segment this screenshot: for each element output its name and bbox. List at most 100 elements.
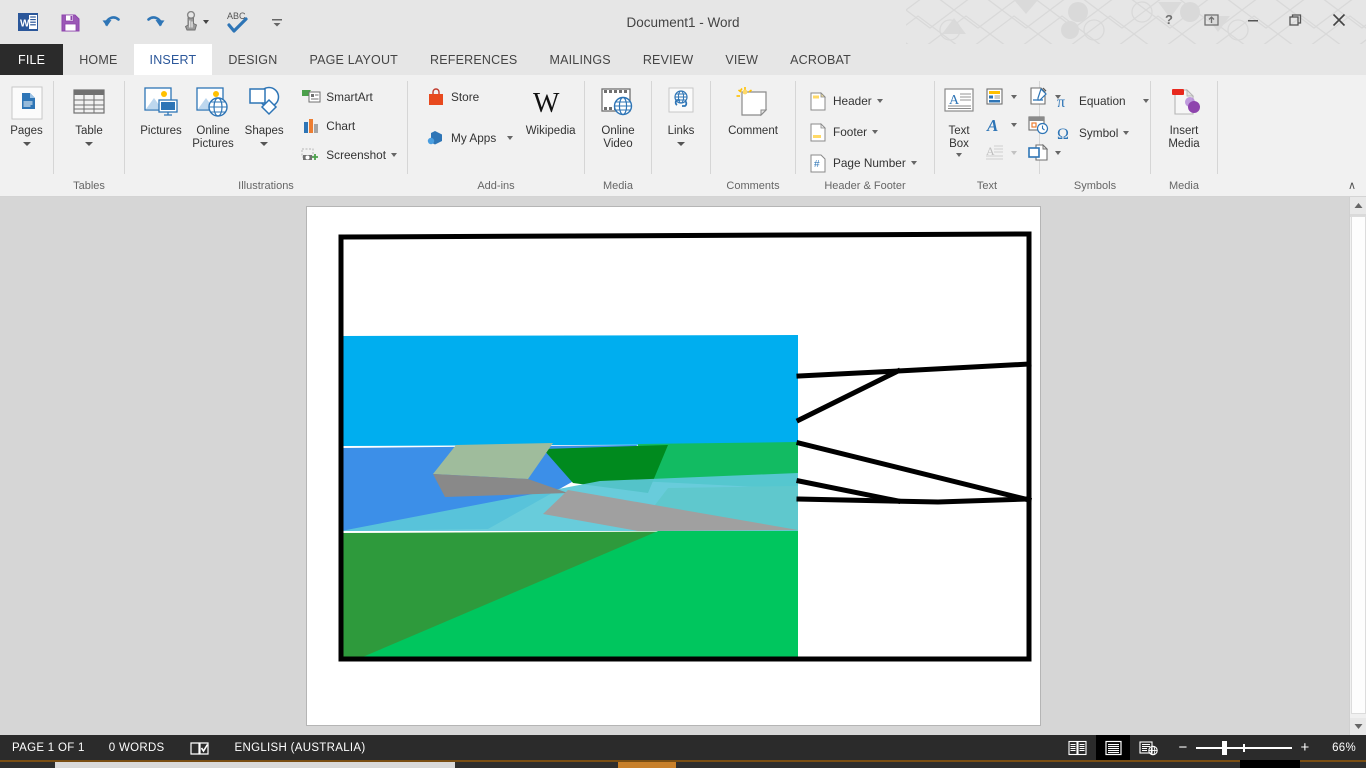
insert-media-icon [1164,83,1204,123]
close-icon[interactable] [1316,5,1362,35]
pictures-label: Pictures [140,125,182,137]
ribbon: Pages Table Tables Pictures Online Pictu… [0,75,1366,197]
read-mode-view-button[interactable] [1060,735,1094,760]
screenshot-button[interactable]: Screenshot [297,140,401,169]
zoom-slider[interactable] [1196,740,1292,755]
chevron-down-icon[interactable] [1011,150,1017,155]
online-pictures-label: Online Pictures [192,125,234,150]
scroll-up-icon[interactable] [1350,197,1366,214]
print-layout-view-button[interactable] [1096,735,1130,760]
symbol-button[interactable]: Ω Symbol [1050,117,1153,149]
chevron-down-icon[interactable] [910,160,917,165]
wikipedia-button[interactable]: W Wikipedia [523,79,578,138]
taskbar-active-app-segment[interactable] [618,762,676,768]
chart-button[interactable]: Chart [297,111,401,140]
my-apps-button[interactable]: My Apps [422,123,517,152]
chevron-down-icon[interactable] [872,129,879,134]
restore-icon[interactable] [1274,5,1316,35]
collapse-ribbon-button[interactable]: ∧ [1342,176,1362,194]
zoom-level-label[interactable]: 66% [1322,742,1356,754]
group-label-text: Text [976,180,998,192]
pages-button[interactable]: Pages [6,79,47,146]
taskbar-tray-segment[interactable] [1240,760,1300,768]
online-pictures-button[interactable]: Online Pictures [187,79,239,151]
comment-button[interactable]: Comment [717,79,789,138]
scrollbar-thumb[interactable] [1351,216,1366,714]
taskbar-window-segment[interactable] [55,762,455,768]
word-count[interactable]: 0 WORDS [97,735,177,760]
tab-file[interactable]: FILE [0,44,64,75]
wikipedia-icon: W [530,83,572,123]
zoom-control[interactable]: − + [1168,740,1320,755]
minimize-icon[interactable] [1232,5,1274,35]
tab-design[interactable]: DESIGN [212,44,293,75]
chevron-down-icon[interactable] [876,98,883,103]
footer-label: Footer [833,124,868,139]
chevron-down-icon[interactable] [507,135,514,140]
page-number-button[interactable]: # Page Number [804,147,921,178]
zoom-slider-handle[interactable] [1222,740,1227,755]
save-icon[interactable] [50,3,90,41]
store-button[interactable]: Store [422,82,517,111]
redo-icon[interactable] [134,3,174,41]
online-video-button[interactable]: Online Video [591,79,645,151]
smartart-label: SmartArt [326,89,373,104]
undo-icon[interactable] [92,3,132,41]
links-button[interactable]: Links [658,79,704,146]
text-box-button[interactable]: A Text Box [941,79,977,157]
chevron-down-icon[interactable] [390,152,397,157]
tab-review[interactable]: REVIEW [627,44,710,75]
ribbon-group-header-footer: Header Footer # Page Number Header & Foo… [796,75,934,197]
zoom-in-button[interactable]: + [1300,740,1310,755]
chevron-down-icon[interactable] [956,153,962,157]
zoom-out-button[interactable]: − [1178,740,1188,755]
chevron-down-icon[interactable] [22,142,31,146]
chevron-down-icon[interactable] [260,142,269,146]
equation-button[interactable]: π Equation [1050,85,1153,117]
tab-view[interactable]: VIEW [709,44,774,75]
inserted-drawing-canvas[interactable] [338,231,1033,666]
language-indicator[interactable]: ENGLISH (AUSTRALIA) [223,735,378,760]
chevron-down-icon[interactable] [1142,99,1149,103]
tab-home[interactable]: HOME [63,44,133,75]
tab-references[interactable]: REFERENCES [414,44,533,75]
quick-parts-icon[interactable] [979,83,1009,110]
help-question-icon[interactable]: ? [1148,5,1190,35]
chevron-down-icon[interactable] [1011,94,1017,99]
group-label-comments: Comments [726,180,780,192]
touch-mouse-mode-icon[interactable] [176,3,216,41]
pictures-button[interactable]: Pictures [135,79,187,138]
smartart-button[interactable]: SmartArt [297,82,401,111]
insert-media-button[interactable]: Insert Media [1157,79,1211,151]
header-button[interactable]: Header [804,85,921,116]
scroll-down-icon[interactable] [1350,718,1366,735]
customize-qat-icon[interactable] [260,3,294,41]
svg-text:Ω: Ω [1057,126,1069,143]
tab-insert[interactable]: INSERT [133,44,213,75]
table-button[interactable]: Table [60,79,118,146]
tab-acrobat[interactable]: ACROBAT [774,44,867,75]
spelling-grammar-icon[interactable]: ABC [218,3,258,41]
tab-page-layout[interactable]: PAGE LAYOUT [293,44,414,75]
chevron-down-icon[interactable] [85,142,93,146]
chevron-down-icon[interactable] [203,20,209,24]
chevron-down-icon[interactable] [1011,122,1017,127]
web-layout-view-button[interactable] [1132,735,1166,760]
zoom-slider-midpoint [1243,743,1245,752]
document-page[interactable] [306,206,1041,726]
text-box-icon: A [941,83,977,123]
chevron-down-icon[interactable] [677,142,685,146]
drop-cap-icon[interactable]: A [979,139,1009,166]
proofing-errors-icon[interactable] [177,735,223,760]
wordart-icon[interactable]: A [979,111,1009,138]
tab-mailings[interactable]: MAILINGS [533,44,626,75]
shapes-button[interactable]: Shapes [239,79,289,146]
page-info[interactable]: PAGE 1 OF 1 [0,735,97,760]
word-app-icon[interactable]: W [8,3,48,41]
ribbon-display-options-icon[interactable] [1190,5,1232,35]
vertical-scrollbar[interactable] [1349,197,1366,735]
chevron-down-icon[interactable] [1123,131,1130,135]
shapes-icon [245,83,283,123]
group-label-links [652,179,710,197]
footer-button[interactable]: Footer [804,116,921,147]
